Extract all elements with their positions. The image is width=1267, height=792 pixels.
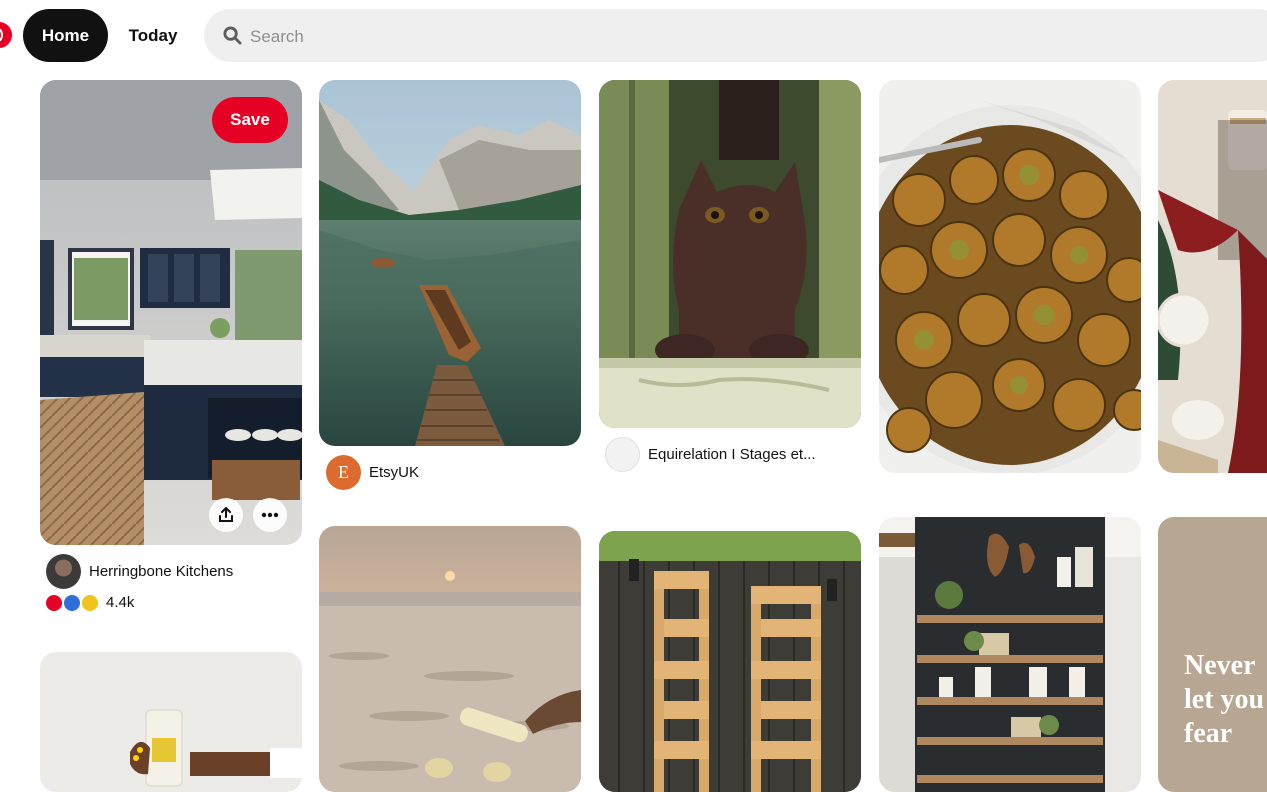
wow-icon [82, 594, 98, 611]
pin-image-beach-sunset [319, 526, 581, 792]
pin-source-lake[interactable]: E EtsyUK [326, 455, 419, 490]
pin-table-setting[interactable] [1158, 80, 1267, 473]
source-name: Equirelation I Stages et... [648, 446, 816, 463]
pin-image-shelves [879, 517, 1141, 792]
save-button[interactable]: Save [212, 97, 288, 143]
nav-home-tab[interactable]: Home [23, 9, 108, 62]
pin-sprouts[interactable] [879, 80, 1141, 473]
quote-line: Never [1184, 650, 1256, 681]
pin-kitchen[interactable]: Save [40, 80, 302, 545]
pin-lake[interactable] [319, 80, 581, 446]
pin-image-drink-can [40, 652, 302, 792]
quote-line: let you [1184, 684, 1265, 715]
pin-image-garden-planter [599, 531, 861, 792]
pin-beach-sunset[interactable] [319, 526, 581, 792]
pin-source-kitchen[interactable]: Herringbone Kitchens [46, 554, 233, 589]
search-icon [223, 26, 242, 45]
source-name: Herringbone Kitchens [89, 563, 234, 580]
pin-quote[interactable]: Never let you fear [1158, 517, 1267, 792]
reaction-count: 4.4k [106, 594, 135, 611]
avatar [46, 554, 81, 589]
more-options-button[interactable] [253, 498, 287, 532]
quote-line: fear [1184, 718, 1233, 749]
pin-shelves[interactable] [879, 517, 1141, 792]
share-button[interactable] [209, 498, 243, 532]
pin-source-kitten[interactable]: Equirelation I Stages et... [605, 437, 816, 472]
pin-image-table-setting [1158, 80, 1267, 473]
pin-kitten[interactable] [599, 80, 861, 428]
avatar [605, 437, 640, 472]
search-bar[interactable] [204, 9, 1267, 62]
quote-text: Never let you fear [1184, 649, 1264, 751]
source-name: EtsyUK [369, 464, 420, 481]
pin-image-kitchen [40, 80, 302, 545]
search-input[interactable] [248, 21, 852, 52]
smile-icon [64, 594, 80, 611]
heart-icon [46, 594, 62, 611]
pin-garden-planter[interactable] [599, 531, 861, 792]
avatar: E [326, 455, 361, 490]
share-icon [219, 507, 233, 522]
pinterest-logo-icon[interactable] [0, 22, 12, 48]
pin-drink-can[interactable] [40, 652, 302, 792]
pin-image-sprouts [879, 80, 1141, 473]
ellipsis-icon [261, 512, 279, 518]
pin-image-lake [319, 80, 581, 446]
nav-today-tab[interactable]: Today [112, 9, 194, 62]
pin-image-kitten [599, 80, 861, 428]
reaction-summary: 4.4k [46, 594, 134, 611]
